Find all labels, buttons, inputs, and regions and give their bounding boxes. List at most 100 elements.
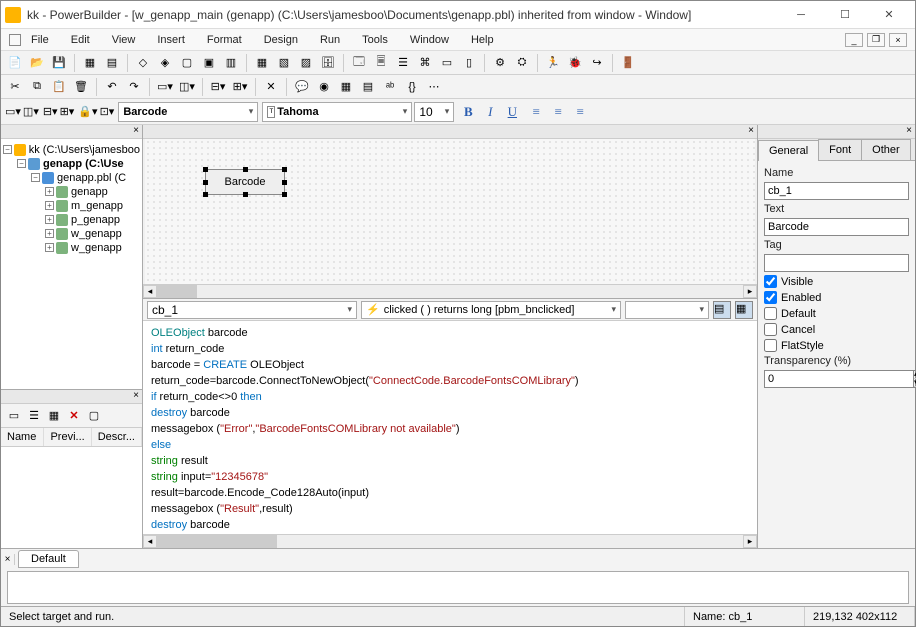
object-name-dropdown[interactable]: Barcode	[118, 102, 258, 122]
tool-icon[interactable]: ᵃᵇ	[380, 78, 400, 96]
tool-icon[interactable]: ◈	[155, 54, 175, 72]
menu-design[interactable]: Design	[254, 32, 308, 48]
tool-icon[interactable]: ▥	[221, 54, 241, 72]
new-icon[interactable]: 📄	[5, 54, 25, 72]
maximize-button[interactable]: ☐	[823, 2, 867, 28]
tag-input[interactable]	[764, 254, 909, 272]
font-size-dropdown[interactable]: 10	[414, 102, 454, 122]
menu-view[interactable]: View	[102, 32, 146, 48]
list-tool-icon[interactable]: ▦	[45, 406, 63, 424]
code-hscroll[interactable]: ◂▸	[143, 534, 757, 548]
tool-icon[interactable]: ▭▾	[5, 105, 21, 118]
list-col[interactable]: Name	[1, 428, 44, 446]
tool-icon[interactable]: ⊞▾	[230, 78, 250, 96]
prop-tab-general[interactable]: General	[758, 140, 819, 161]
tree-item[interactable]: +w_genapp	[3, 241, 140, 255]
tool-icon[interactable]: ◫▾	[177, 78, 197, 96]
debug-icon[interactable]: 🐞	[565, 54, 585, 72]
name-input[interactable]	[764, 182, 909, 200]
prop-tab-font[interactable]: Font	[818, 139, 862, 160]
cut-icon[interactable]: ✂	[5, 78, 25, 96]
paste-icon[interactable]: 📋	[49, 78, 69, 96]
tree-item[interactable]: +w_genapp	[3, 227, 140, 241]
tool-icon[interactable]: ☰	[393, 54, 413, 72]
pane-close-button[interactable]: ×	[1, 390, 142, 404]
tool-icon[interactable]: ◫▾	[23, 105, 39, 118]
view-toggle-icon[interactable]: ▤	[713, 301, 731, 319]
align-right-button[interactable]: ≡	[570, 103, 590, 121]
tool-icon[interactable]: ▣	[199, 54, 219, 72]
menu-edit[interactable]: Edit	[61, 32, 100, 48]
redo-icon[interactable]: ↷	[124, 78, 144, 96]
tool-icon[interactable]: ▭	[437, 54, 457, 72]
tool-icon[interactable]: ⛭	[512, 54, 532, 72]
tool-icon[interactable]: ▭▾	[155, 78, 175, 96]
barcode-button-control[interactable]: Barcode	[205, 169, 285, 195]
list-col[interactable]: Previ...	[44, 428, 91, 446]
tool-icon[interactable]: ⋯	[424, 78, 444, 96]
tool-icon[interactable]: 🗏	[371, 54, 391, 72]
tool-icon[interactable]: ◇	[133, 54, 153, 72]
tool-icon[interactable]: ▨	[296, 54, 316, 72]
tool-icon[interactable]: ▯	[459, 54, 479, 72]
save-icon[interactable]: 💾	[49, 54, 69, 72]
tree-item[interactable]: +p_genapp	[3, 213, 140, 227]
mdi-close-button[interactable]: ×	[889, 33, 907, 47]
delete-icon[interactable]: 🗑	[71, 78, 91, 96]
tool-icon[interactable]: ⊟▾	[208, 78, 228, 96]
mdi-min-button[interactable]: _	[845, 33, 863, 47]
script-dropdown[interactable]	[625, 301, 709, 319]
minimize-button[interactable]: ─	[779, 2, 823, 28]
pane-close-button[interactable]: ×	[1, 125, 142, 139]
project-tree[interactable]: −kk (C:\Users\jamesboo −genapp (C:\Use −…	[1, 139, 142, 389]
menu-format[interactable]: Format	[197, 32, 252, 48]
tool-icon[interactable]: ▢	[177, 54, 197, 72]
close-button[interactable]: ✕	[867, 2, 911, 28]
list-col[interactable]: Descr...	[92, 428, 142, 446]
font-family-dropdown[interactable]: ᵀTahoma	[262, 102, 412, 122]
align-left-button[interactable]: ≡	[526, 103, 546, 121]
align-center-button[interactable]: ≡	[548, 103, 568, 121]
tree-item[interactable]: +genapp	[3, 185, 140, 199]
view-toggle-icon[interactable]: ▦	[735, 301, 753, 319]
tool-icon[interactable]: ◉	[314, 78, 334, 96]
run-icon[interactable]: 🏃	[543, 54, 563, 72]
menu-file[interactable]: File	[27, 32, 59, 48]
tool-icon[interactable]: ⌘	[415, 54, 435, 72]
transparency-input[interactable]	[764, 370, 914, 388]
tool-icon[interactable]: {}	[402, 78, 422, 96]
tool-icon[interactable]: ▤	[102, 54, 122, 72]
italic-button[interactable]: I	[480, 103, 500, 121]
design-canvas[interactable]: Barcode	[145, 139, 755, 284]
mdi-restore-button[interactable]: ❐	[867, 33, 885, 47]
sys-menu-icon[interactable]	[9, 34, 21, 46]
menu-tools[interactable]: Tools	[352, 32, 398, 48]
flatstyle-checkbox[interactable]	[764, 339, 777, 352]
output-input[interactable]	[7, 571, 909, 604]
tool-icon[interactable]: ▦	[252, 54, 272, 72]
tool-icon[interactable]: ⚙	[490, 54, 510, 72]
pane-close-button[interactable]: ×	[143, 125, 757, 139]
list-header[interactable]: NamePrevi...Descr...	[1, 428, 142, 447]
list-body[interactable]	[1, 447, 142, 548]
tool-icon[interactable]: ▧	[274, 54, 294, 72]
tool-icon[interactable]: ⊞▾	[60, 105, 75, 118]
visible-checkbox[interactable]	[764, 275, 777, 288]
list-tool-icon[interactable]: ☰	[25, 406, 43, 424]
menu-help[interactable]: Help	[461, 32, 504, 48]
tool-icon[interactable]: ↪	[587, 54, 607, 72]
menu-insert[interactable]: Insert	[147, 32, 195, 48]
exit-icon[interactable]: 🚪	[618, 54, 638, 72]
tool-icon[interactable]: ▦	[80, 54, 100, 72]
underline-button[interactable]: U	[502, 103, 522, 121]
event-dropdown[interactable]: ⚡clicked ( ) returns long [pbm_bnclicked…	[361, 301, 621, 319]
tool-icon[interactable]: 🔒▾	[78, 105, 97, 118]
tree-item[interactable]: +m_genapp	[3, 199, 140, 213]
output-tab-default[interactable]: Default	[18, 550, 79, 568]
cancel-checkbox[interactable]	[764, 323, 777, 336]
list-tool-icon[interactable]: ▭	[5, 406, 23, 424]
default-checkbox[interactable]	[764, 307, 777, 320]
tool-icon[interactable]: ▤	[358, 78, 378, 96]
output-close-button[interactable]: ×	[1, 554, 15, 565]
menu-run[interactable]: Run	[310, 32, 350, 48]
